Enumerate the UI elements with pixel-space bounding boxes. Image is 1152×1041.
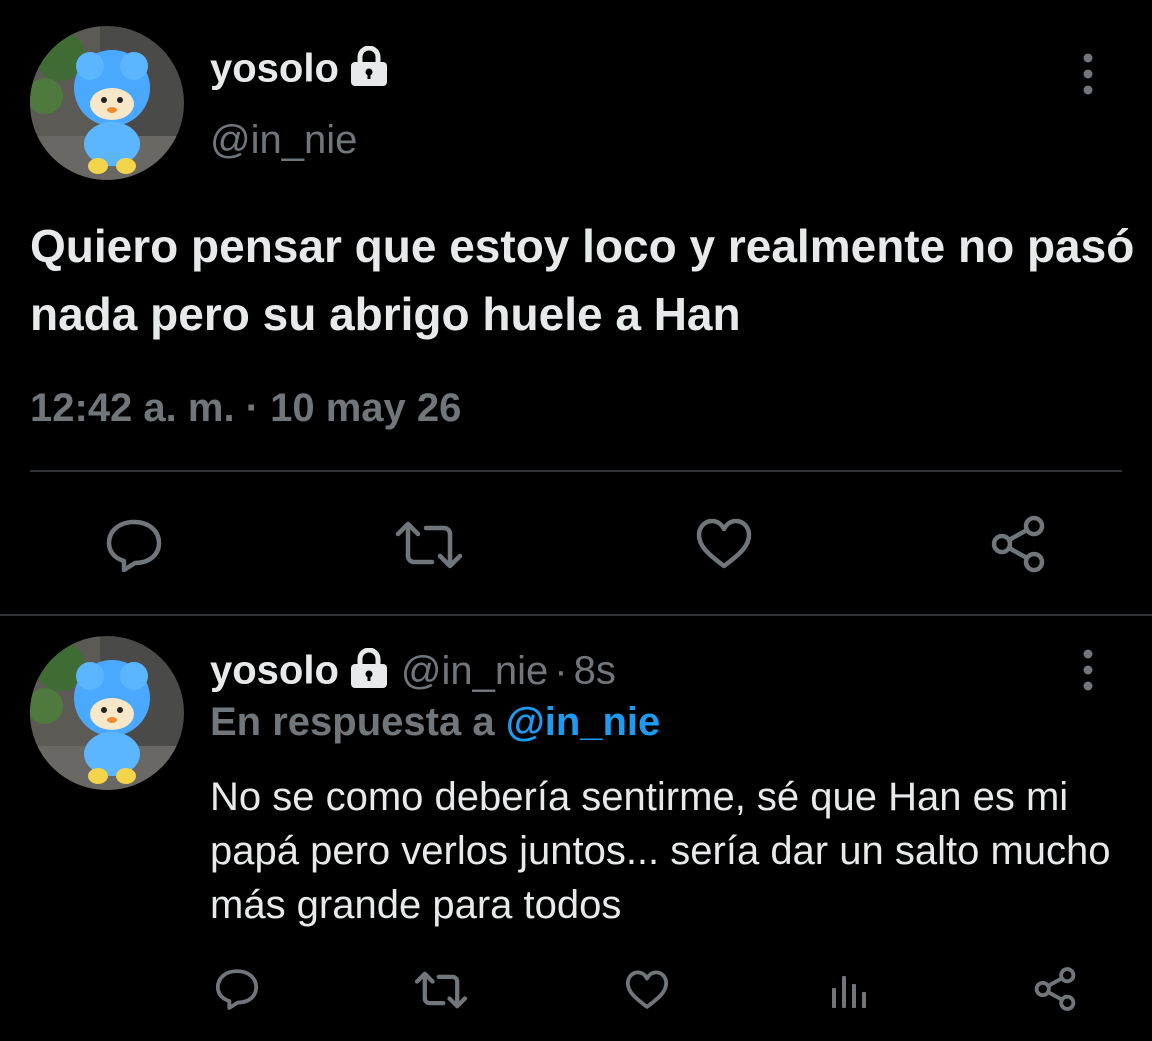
- display-name[interactable]: yosolo: [210, 649, 339, 693]
- replying-to: En respuesta a @in_nie: [210, 700, 660, 745]
- analytics-icon[interactable]: [830, 970, 870, 1015]
- tweet-text: No se como debería sentirme, sé que Han …: [210, 775, 1111, 927]
- reply-icon[interactable]: [104, 516, 164, 577]
- main-tweet: yosolo @in_nie Quiero pensar que estoy l…: [0, 0, 1152, 612]
- divider: [30, 470, 1122, 472]
- share-icon[interactable]: [988, 514, 1048, 579]
- like-icon[interactable]: [694, 516, 754, 577]
- lock-icon: [347, 647, 391, 698]
- avatar[interactable]: [30, 636, 184, 790]
- display-name[interactable]: yosolo: [210, 45, 391, 96]
- share-icon[interactable]: [1032, 966, 1078, 1017]
- tweet-text: Quiero pensar que estoy loco y realmente…: [30, 220, 1135, 340]
- handle[interactable]: @in_nie: [210, 118, 357, 163]
- more-vertical-icon[interactable]: [1078, 648, 1098, 697]
- separator-dot: ·: [554, 648, 568, 693]
- more-vertical-icon[interactable]: [1078, 52, 1098, 101]
- time-ago[interactable]: 8s: [574, 649, 616, 693]
- lock-icon: [347, 45, 391, 96]
- handle[interactable]: @in_nie: [401, 649, 548, 693]
- reply-header: yosolo @in_nie · 8s: [210, 647, 616, 698]
- retweet-icon[interactable]: [414, 970, 468, 1015]
- like-icon[interactable]: [624, 968, 670, 1017]
- replying-prefix: En respuesta a: [210, 700, 495, 744]
- mention-link[interactable]: @in_nie: [506, 700, 661, 744]
- avatar[interactable]: [30, 26, 184, 180]
- retweet-icon[interactable]: [394, 520, 464, 575]
- section-divider: [0, 614, 1152, 616]
- timestamp[interactable]: 12:42 a. m. · 10 may 26: [30, 386, 461, 431]
- display-name-text[interactable]: yosolo: [210, 47, 339, 91]
- reply-icon[interactable]: [214, 966, 260, 1015]
